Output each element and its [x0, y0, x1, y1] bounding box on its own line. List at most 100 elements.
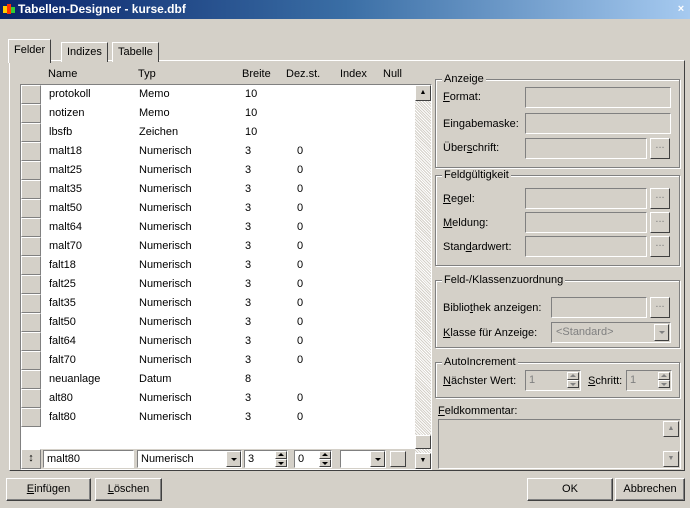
cell-dez: 0 [297, 221, 304, 233]
row-move-handle-icon[interactable]: ↕ [21, 449, 41, 469]
cell-breite: 3 [245, 297, 252, 309]
row-selector[interactable] [21, 256, 41, 275]
cell-dez: 0 [297, 335, 304, 347]
table-row[interactable]: falt18 Numerisch 3 0 [21, 256, 415, 275]
ueberschrift-input[interactable] [525, 138, 647, 159]
label-schritt: Schritt: [588, 375, 623, 387]
row-selector[interactable] [21, 294, 41, 313]
row-selector[interactable] [21, 332, 41, 351]
chevron-down-icon[interactable] [226, 451, 241, 467]
meldung-input[interactable] [525, 212, 647, 233]
row-selector[interactable] [21, 275, 41, 294]
table-row[interactable]: malt18 Numerisch 3 0 [21, 142, 415, 161]
table-row[interactable]: falt64 Numerisch 3 0 [21, 332, 415, 351]
standardwert-builder-button[interactable]: ... [650, 236, 670, 257]
table-row[interactable]: lbsfb Zeichen 10 [21, 123, 415, 142]
close-icon[interactable]: × [674, 2, 688, 16]
ok-button[interactable]: OK [527, 478, 613, 501]
klasse-select[interactable]: <Standard> [551, 322, 671, 343]
cell-breite: 3 [245, 164, 252, 176]
title-bar[interactable]: Tabellen-Designer - kurse.dbf × [0, 0, 690, 19]
row-selector[interactable] [21, 370, 41, 389]
row-selector[interactable] [21, 161, 41, 180]
table-row[interactable]: falt70 Numerisch 3 0 [21, 351, 415, 370]
tab-felder[interactable]: Felder [8, 39, 52, 63]
field-null-toggle[interactable] [390, 451, 406, 467]
label-regel: Regel: [443, 193, 475, 205]
table-row[interactable]: falt35 Numerisch 3 0 [21, 294, 415, 313]
chevron-down-icon[interactable] [370, 451, 385, 467]
row-selector[interactable] [21, 218, 41, 237]
row-selector[interactable] [21, 180, 41, 199]
cell-typ: Numerisch [139, 145, 192, 157]
table-row[interactable]: falt25 Numerisch 3 0 [21, 275, 415, 294]
cell-dez: 0 [297, 297, 304, 309]
cell-dez: 0 [297, 145, 304, 157]
row-selector[interactable] [21, 237, 41, 256]
field-width-stepper[interactable]: 3 [244, 450, 288, 468]
regel-input[interactable] [525, 188, 647, 209]
format-input[interactable] [525, 87, 671, 108]
bibliothek-input[interactable] [551, 297, 647, 318]
cell-dez: 0 [297, 259, 304, 271]
spin-arrows-icon[interactable] [658, 372, 670, 389]
grid-scrollbar[interactable]: ▲ ▼ [415, 85, 431, 469]
bibliothek-builder-button[interactable]: ... [650, 297, 670, 318]
cell-dez: 0 [297, 392, 304, 404]
table-row[interactable]: neuanlage Datum 8 [21, 370, 415, 389]
table-row[interactable]: malt25 Numerisch 3 0 [21, 161, 415, 180]
meldung-builder-button[interactable]: ... [650, 212, 670, 233]
scroll-up-icon[interactable]: ▲ [415, 85, 431, 101]
ueberschrift-builder-button[interactable]: ... [650, 138, 670, 159]
field-name-input[interactable]: malt80 [43, 450, 134, 468]
row-selector[interactable] [21, 351, 41, 370]
eingabemaske-input[interactable] [525, 113, 671, 134]
table-row[interactable]: malt70 Numerisch 3 0 [21, 237, 415, 256]
table-row[interactable]: notizen Memo 10 [21, 104, 415, 123]
spin-arrows-icon[interactable] [275, 451, 287, 467]
row-selector[interactable] [21, 85, 41, 104]
scroll-thumb[interactable] [415, 435, 431, 449]
table-row[interactable]: malt64 Numerisch 3 0 [21, 218, 415, 237]
loeschen-button[interactable]: Löschen [95, 478, 162, 501]
field-type-select[interactable]: Numerisch [137, 450, 242, 468]
row-selector[interactable] [21, 313, 41, 332]
label-meldung: Meldung: [443, 217, 489, 229]
cell-typ: Numerisch [139, 278, 192, 290]
scroll-up-icon[interactable]: ▲ [663, 421, 679, 437]
label-naechster-wert: Nächster Wert: [443, 375, 517, 387]
abbrechen-button[interactable]: Abbrechen [615, 478, 685, 501]
cell-breite: 3 [245, 335, 252, 347]
scroll-down-icon[interactable]: ▼ [415, 453, 431, 469]
field-index-select[interactable] [340, 450, 386, 468]
spin-arrows-icon[interactable] [319, 451, 331, 467]
einfuegen-button[interactable]: Einfügen [6, 478, 91, 501]
schritt-stepper[interactable]: 1 [626, 370, 672, 391]
row-selector[interactable] [21, 389, 41, 408]
row-selector[interactable] [21, 408, 41, 427]
row-selector[interactable] [21, 199, 41, 218]
spin-arrows-icon[interactable] [567, 372, 579, 389]
cell-breite: 10 [245, 107, 258, 119]
table-row[interactable]: falt50 Numerisch 3 0 [21, 313, 415, 332]
table-row[interactable]: protokoll Memo 10 [21, 85, 415, 104]
scroll-down-icon[interactable]: ▼ [663, 451, 679, 467]
chevron-down-icon[interactable] [654, 324, 669, 341]
cell-dez: 0 [297, 164, 304, 176]
table-row[interactable]: malt35 Numerisch 3 0 [21, 180, 415, 199]
naechster-wert-stepper[interactable]: 1 [525, 370, 581, 391]
row-selector[interactable] [21, 142, 41, 161]
row-selector[interactable] [21, 104, 41, 123]
row-selector[interactable] [21, 123, 41, 142]
feldkommentar-textarea[interactable]: ▲ ▼ [438, 419, 681, 469]
column-header-index: Index [340, 68, 367, 80]
field-decimals-stepper[interactable]: 0 [294, 450, 332, 468]
table-row[interactable]: alt80 Numerisch 3 0 [21, 389, 415, 408]
cell-dez: 0 [297, 183, 304, 195]
table-row[interactable]: malt50 Numerisch 3 0 [21, 199, 415, 218]
standardwert-input[interactable] [525, 236, 647, 257]
tab-tabelle[interactable]: Tabelle [112, 42, 159, 62]
table-row[interactable]: falt80 Numerisch 3 0 [21, 408, 415, 427]
regel-builder-button[interactable]: ... [650, 188, 670, 209]
tab-indizes[interactable]: Indizes [61, 42, 108, 62]
